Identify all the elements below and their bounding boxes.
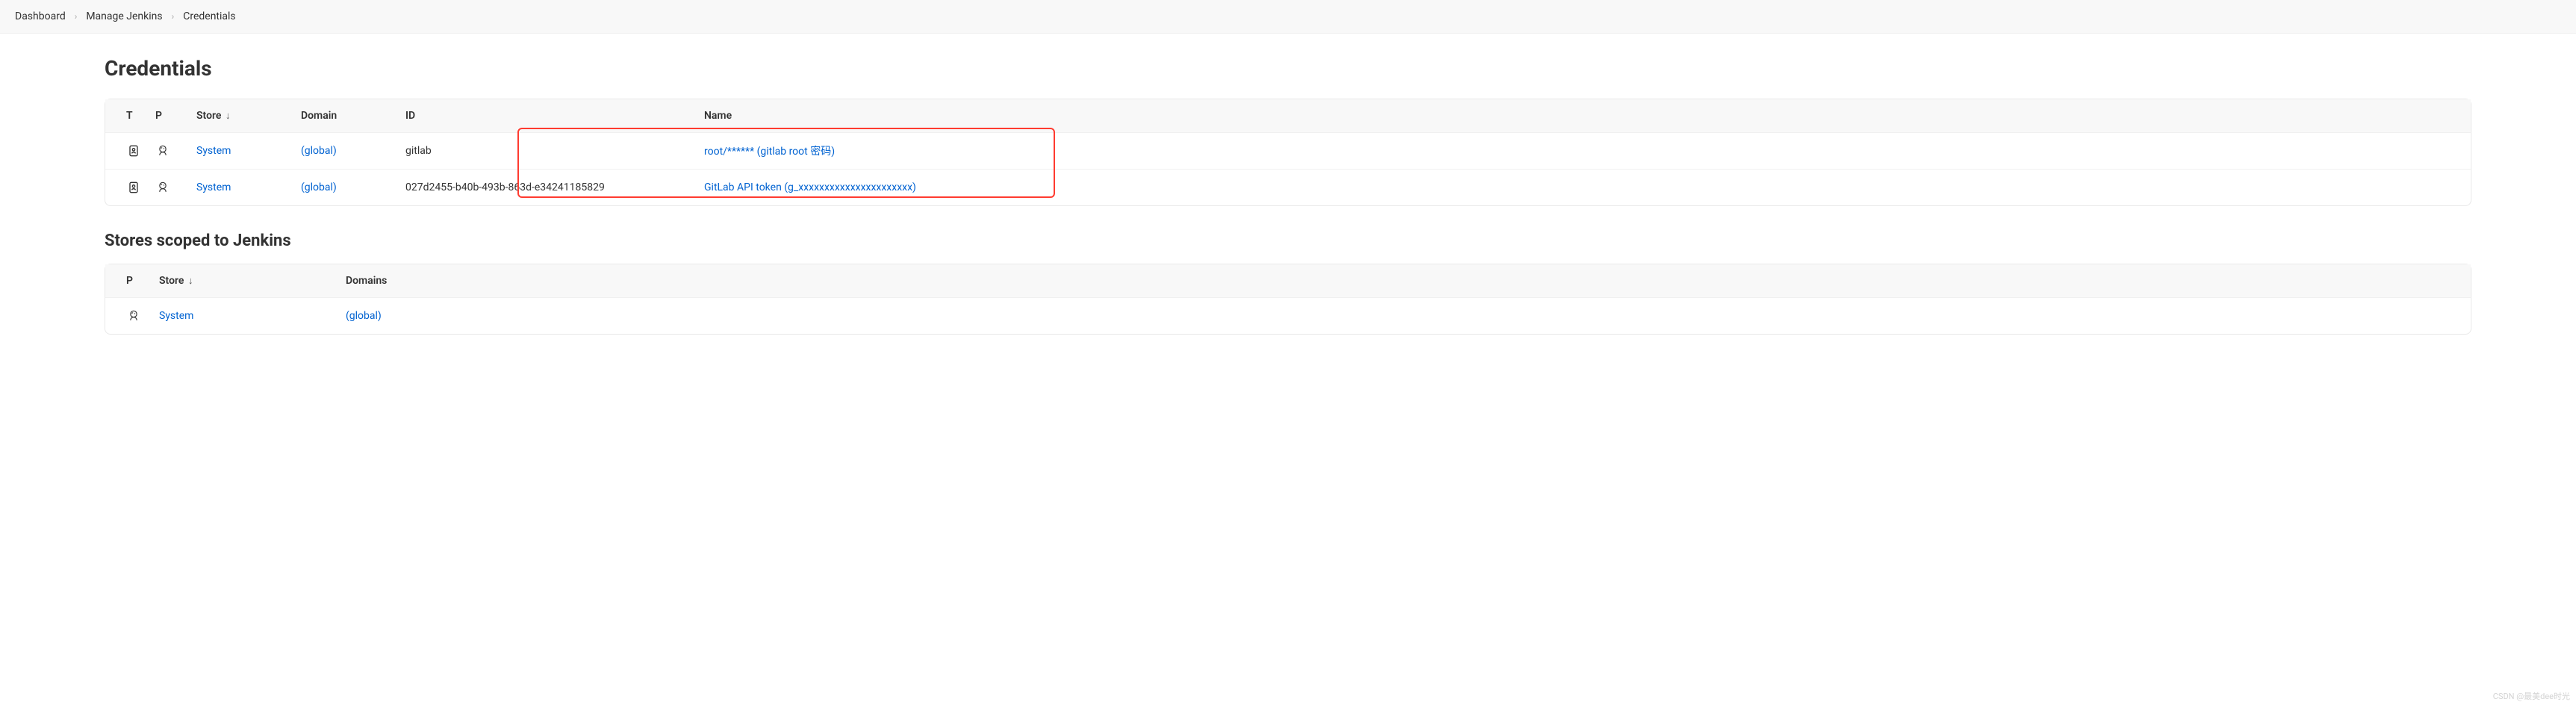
page-title: Credentials — [105, 56, 2471, 81]
domain-link[interactable]: (global) — [301, 145, 337, 157]
jenkins-icon — [155, 180, 170, 195]
col-header-t[interactable]: T — [105, 99, 146, 133]
domain-link[interactable]: (global) — [301, 181, 337, 193]
col-header-domain[interactable]: Domain — [292, 99, 396, 133]
breadcrumb-item-manage-jenkins[interactable]: Manage Jenkins — [86, 10, 162, 22]
table-row: System (global) — [105, 298, 2471, 335]
breadcrumb: Dashboard › Manage Jenkins › Credentials — [0, 0, 2576, 34]
store-link[interactable]: System — [196, 145, 231, 157]
breadcrumb-item-credentials[interactable]: Credentials — [183, 10, 235, 22]
domains-link[interactable]: (global) — [346, 310, 382, 322]
store-link[interactable]: System — [159, 310, 193, 322]
store-provider-icon-cell — [105, 298, 150, 335]
col-header-id[interactable]: ID — [396, 99, 695, 133]
table-row: System (global) 027d2455-b40b-493b-863d-… — [105, 170, 2471, 206]
col-header-p[interactable]: P — [146, 99, 187, 133]
credential-name-link[interactable]: GitLab API token (g_xxxxxxxxxxxxxxxxxxxx… — [704, 181, 916, 193]
chevron-right-icon: › — [170, 11, 176, 22]
sort-down-icon: ↓ — [188, 276, 193, 287]
sort-down-icon: ↓ — [225, 111, 231, 122]
store-link[interactable]: System — [196, 181, 231, 193]
col-header-store[interactable]: Store ↓ — [150, 264, 337, 298]
jenkins-icon — [126, 308, 141, 323]
chevron-right-icon: › — [73, 11, 79, 22]
stores-table: P Store ↓ Domains System (global) — [105, 264, 2471, 334]
section-title-stores: Stores scoped to Jenkins — [105, 232, 2471, 250]
credential-provider-icon-cell — [146, 170, 187, 206]
credential-id: gitlab — [405, 145, 432, 157]
breadcrumb-item-dashboard[interactable]: Dashboard — [15, 10, 66, 22]
credential-provider-icon-cell — [146, 133, 187, 170]
credentials-table-panel: T P Store ↓ Domain ID Name — [105, 99, 2471, 206]
col-header-p[interactable]: P — [105, 264, 150, 298]
credential-id-card-icon — [126, 143, 141, 158]
table-row: System (global) gitlab root/****** (gitl… — [105, 133, 2471, 170]
jenkins-icon — [155, 143, 170, 158]
credential-type-icon-cell — [105, 133, 146, 170]
watermark: CSDN @最美dee时光 — [2493, 690, 2570, 702]
credential-id-card-icon — [126, 180, 141, 195]
credential-id: 027d2455-b40b-493b-863d-e34241185829 — [405, 181, 605, 193]
col-header-name[interactable]: Name — [695, 99, 2471, 133]
col-header-store[interactable]: Store ↓ — [187, 99, 292, 133]
col-header-domains[interactable]: Domains — [337, 264, 2471, 298]
stores-table-panel: P Store ↓ Domains System (global) — [105, 264, 2471, 335]
credential-type-icon-cell — [105, 170, 146, 206]
credential-name-link[interactable]: root/****** (gitlab root 密码) — [704, 146, 835, 158]
credentials-table: T P Store ↓ Domain ID Name — [105, 99, 2471, 205]
